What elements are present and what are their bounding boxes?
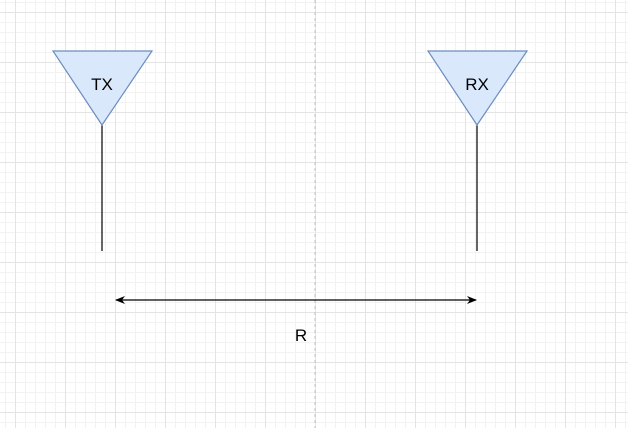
diagram-svg: TX RX R [51,0,529,428]
distance-label: R [295,326,307,345]
distance-arrow[interactable]: R [115,296,477,345]
tx-antenna[interactable]: TX [51,50,154,251]
diagram-canvas: TX RX R [0,0,628,428]
tx-label: TX [91,75,113,94]
rx-label: RX [465,75,489,94]
rx-antenna[interactable]: RX [426,50,529,251]
